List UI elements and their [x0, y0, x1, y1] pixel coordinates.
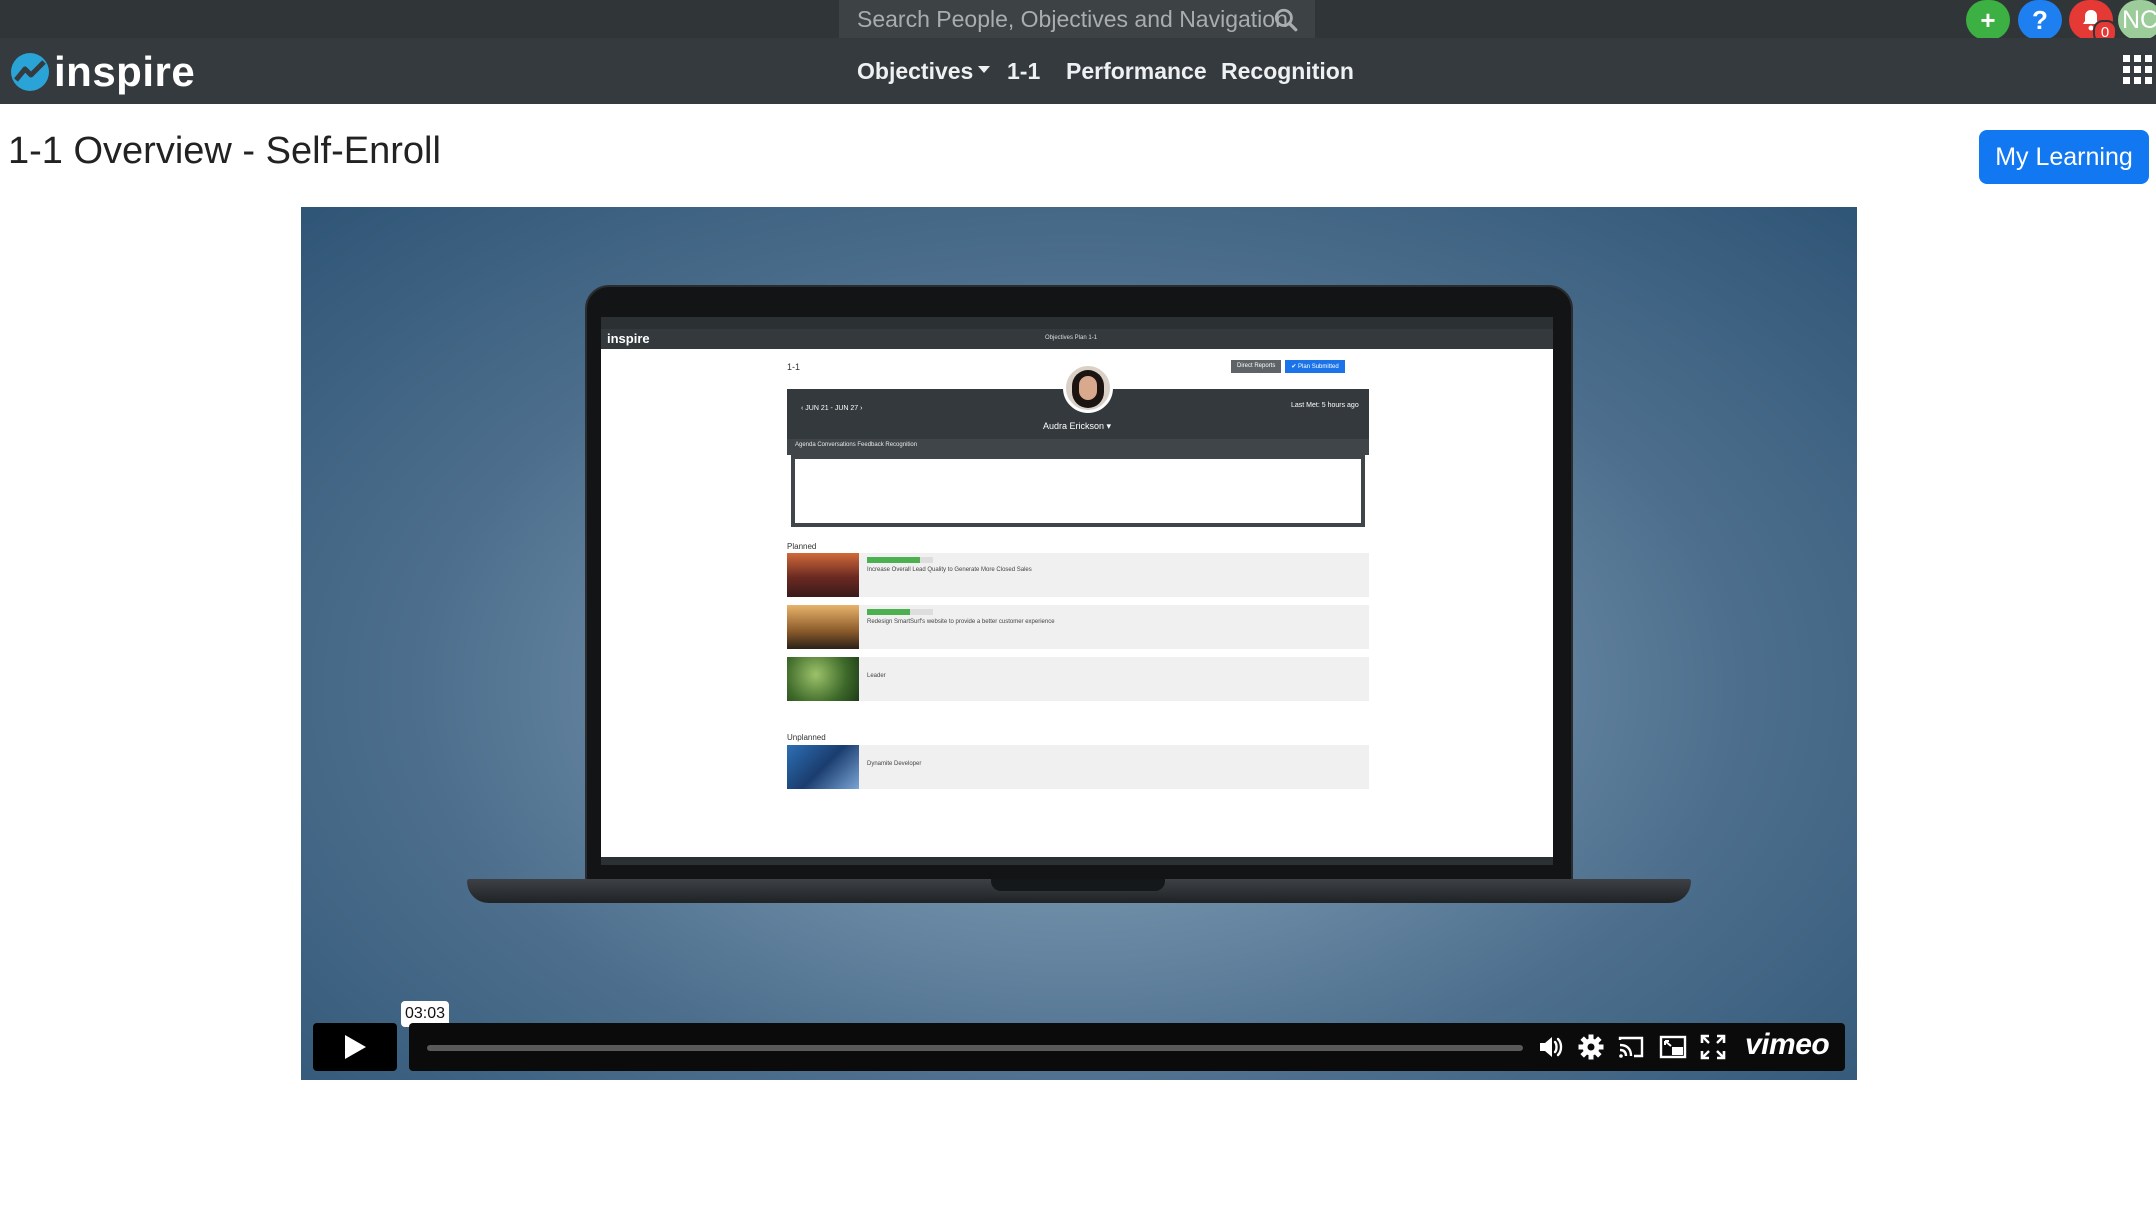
laptop-notch: [991, 879, 1165, 891]
screen-planned-label: Planned: [787, 542, 817, 551]
vimeo-logo[interactable]: vimeo: [1745, 1028, 1830, 1062]
video-screen-content: inspire Objectives Plan 1-1 1-1 Direct R…: [601, 317, 1553, 865]
screen-row-title: Dynamite Developer: [867, 761, 922, 767]
play-button[interactable]: [313, 1023, 397, 1071]
screen-progress-fill: [867, 557, 920, 563]
notifications-button[interactable]: 0: [2069, 0, 2117, 44]
screen-logo: inspire: [607, 331, 650, 346]
screen-progress: [867, 609, 933, 615]
apps-grid-icon[interactable]: [2123, 55, 2153, 85]
screen-agenda-box: [791, 455, 1365, 527]
screen-last-met: Last Met: 5 hours ago: [1291, 402, 1359, 409]
screen-unplanned-label: Unplanned: [787, 733, 826, 742]
volume-icon[interactable]: [1537, 1033, 1565, 1061]
top-utility-bar: Search People, Objectives and Navigation…: [0, 0, 2156, 44]
screen-title: 1-1: [787, 362, 801, 372]
screen-plan-submitted: ✔ Plan Submitted: [1285, 360, 1345, 373]
search-input[interactable]: Search People, Objectives and Navigation: [857, 6, 1288, 33]
nav-recognition[interactable]: Recognition: [1221, 58, 1354, 85]
my-learning-button[interactable]: My Learning: [1979, 130, 2149, 184]
video-player[interactable]: inspire Objectives Plan 1-1 1-1 Direct R…: [301, 207, 1857, 1080]
screen-footer: [601, 857, 1553, 865]
fullscreen-icon[interactable]: [1699, 1033, 1727, 1061]
inspire-logo[interactable]: inspire: [10, 50, 195, 94]
screen-nav-text: Objectives Plan 1-1: [1045, 335, 1098, 341]
search-icon[interactable]: [1273, 7, 1299, 33]
screen-row-title: Redesign SmartSurf's website to provide …: [867, 619, 1055, 625]
screen-thumb-tree: [787, 657, 859, 701]
screen-tabs: Agenda Conversations Feedback Recognitio…: [795, 442, 918, 448]
screen-objective-row: Redesign SmartSurf's website to provide …: [787, 605, 1369, 649]
global-search[interactable]: Search People, Objectives and Navigation: [839, 0, 1315, 38]
screen-topbar: [601, 317, 1553, 329]
screen-objective-row: Dynamite Developer: [787, 745, 1369, 789]
nav-objectives[interactable]: Objectives: [857, 58, 991, 85]
screen-person-face: [1079, 376, 1097, 400]
user-avatar[interactable]: NC: [2118, 0, 2156, 40]
screen-thumb-tech: [787, 745, 859, 789]
help-button[interactable]: ?: [2018, 0, 2062, 40]
question-icon: ?: [2032, 4, 2048, 35]
screen-week-range: ‹ JUN 21 - JUN 27 ›: [801, 405, 863, 412]
nav-objectives-label: Objectives: [857, 58, 974, 84]
logo-text: inspire: [54, 48, 196, 95]
player-control-bar: vimeo: [409, 1023, 1845, 1071]
screen-person-photo: [1063, 363, 1113, 413]
settings-gear-icon[interactable]: [1577, 1033, 1605, 1061]
screen-thumb-canyon: [787, 553, 859, 597]
screen-objective-row: Leader: [787, 657, 1369, 701]
screen-progress-fill: [867, 609, 910, 615]
add-button[interactable]: +: [1966, 0, 2010, 40]
cast-icon[interactable]: [1617, 1033, 1645, 1061]
screen-direct-reports: Direct Reports: [1231, 360, 1282, 373]
screen-row-title: Increase Overall Lead Quality to Generat…: [867, 567, 1032, 573]
screen-progress: [867, 557, 933, 563]
main-navbar: inspire Objectives 1-1 Performance Recog…: [0, 38, 2156, 104]
screen-objective-row: Increase Overall Lead Quality to Generat…: [787, 553, 1369, 597]
user-initials: NC: [2122, 5, 2156, 34]
page-title: 1-1 Overview - Self-Enroll: [8, 130, 441, 172]
screen-buttons: Direct Reports ✔ Plan Submitted: [1231, 360, 1345, 373]
video-progress-bar[interactable]: [427, 1045, 1523, 1051]
play-icon: [345, 1035, 366, 1059]
nav-performance[interactable]: Performance: [1066, 58, 1207, 85]
caret-down-icon: [978, 66, 991, 74]
plus-icon: +: [1980, 4, 1996, 35]
screen-thumb-desert: [787, 605, 859, 649]
nav-one-on-one[interactable]: 1-1: [1007, 58, 1040, 85]
screen-person-name: Audra Erickson ▾: [1042, 421, 1112, 431]
picture-in-picture-icon[interactable]: [1659, 1033, 1687, 1061]
inspire-logo-icon: [11, 53, 49, 91]
screen-row-title: Leader: [867, 673, 886, 679]
